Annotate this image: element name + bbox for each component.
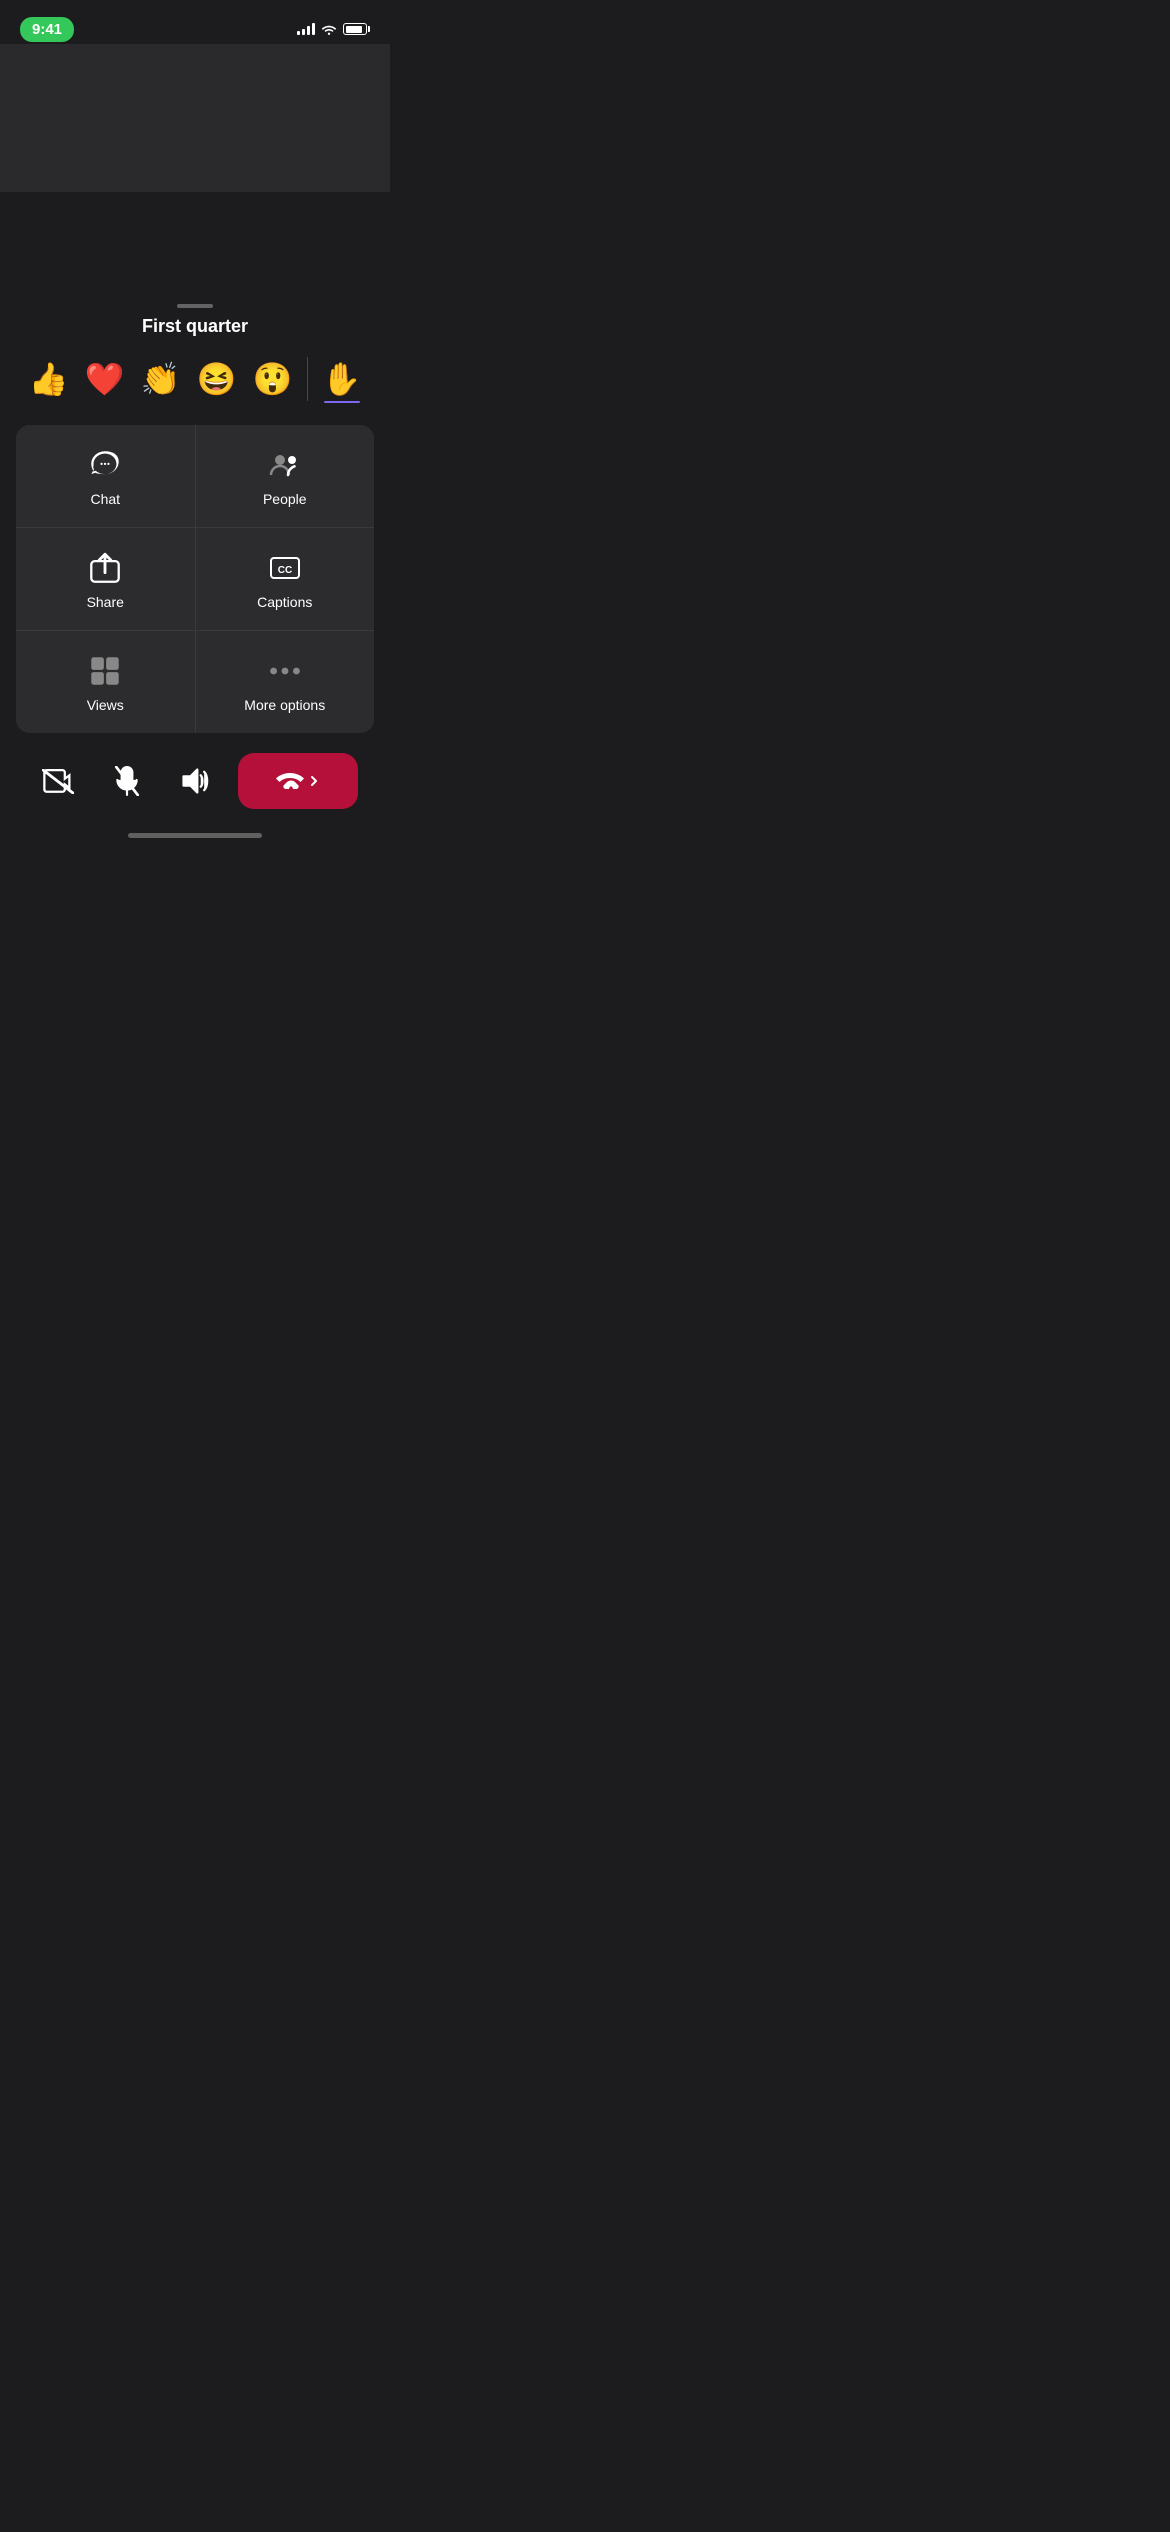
wifi-icon <box>321 23 337 35</box>
speaker-button[interactable] <box>169 755 221 807</box>
chat-icon <box>89 449 121 481</box>
bottom-controls <box>0 733 390 825</box>
action-grid: Chat People Share <box>16 425 374 733</box>
share-icon <box>89 552 121 584</box>
video-area <box>0 44 390 192</box>
more-options-button[interactable]: More options <box>196 631 375 733</box>
emoji-laughing[interactable]: 😆 <box>191 353 243 405</box>
drag-handle-bar <box>177 304 213 308</box>
emoji-raise-hand[interactable]: ✋ <box>316 353 368 405</box>
home-indicator <box>0 825 390 844</box>
people-label: People <box>263 491 307 507</box>
captions-icon: CC <box>269 552 301 584</box>
views-button[interactable]: Views <box>16 631 195 733</box>
emoji-thumbs-up[interactable]: 👍 <box>23 353 75 405</box>
signal-icon <box>297 23 315 35</box>
captions-label: Captions <box>257 594 312 610</box>
emoji-wow[interactable]: 😲 <box>247 353 299 405</box>
share-button[interactable]: Share <box>16 528 195 630</box>
captions-button[interactable]: CC Captions <box>196 528 375 630</box>
svg-text:CC: CC <box>278 565 292 576</box>
emoji-clapping[interactable]: 👏 <box>135 353 187 405</box>
emoji-divider <box>307 357 308 401</box>
share-label: Share <box>87 594 124 610</box>
status-time: 9:41 <box>20 17 74 42</box>
sheet-title: First quarter <box>0 316 390 337</box>
chat-label: Chat <box>90 491 120 507</box>
bottom-sheet: First quarter 👍 ❤️ 👏 😆 😲 ✋ Chat <box>0 294 390 844</box>
chat-button[interactable]: Chat <box>16 425 195 527</box>
video-toggle-button[interactable] <box>32 755 84 807</box>
status-bar: 9:41 <box>0 0 390 44</box>
views-icon <box>89 655 121 687</box>
more-options-icon <box>269 655 301 687</box>
battery-icon <box>343 23 370 35</box>
end-call-button[interactable] <box>238 753 358 809</box>
emoji-row: 👍 ❤️ 👏 😆 😲 ✋ <box>0 353 390 405</box>
views-label: Views <box>87 697 124 713</box>
people-button[interactable]: People <box>196 425 375 527</box>
emoji-heart[interactable]: ❤️ <box>79 353 131 405</box>
home-bar <box>128 833 262 838</box>
drag-handle[interactable] <box>0 294 390 316</box>
status-icons <box>297 23 370 35</box>
more-options-label: More options <box>244 697 325 713</box>
raise-hand-underline <box>324 401 360 403</box>
mute-button[interactable] <box>101 755 153 807</box>
people-icon <box>269 449 301 481</box>
